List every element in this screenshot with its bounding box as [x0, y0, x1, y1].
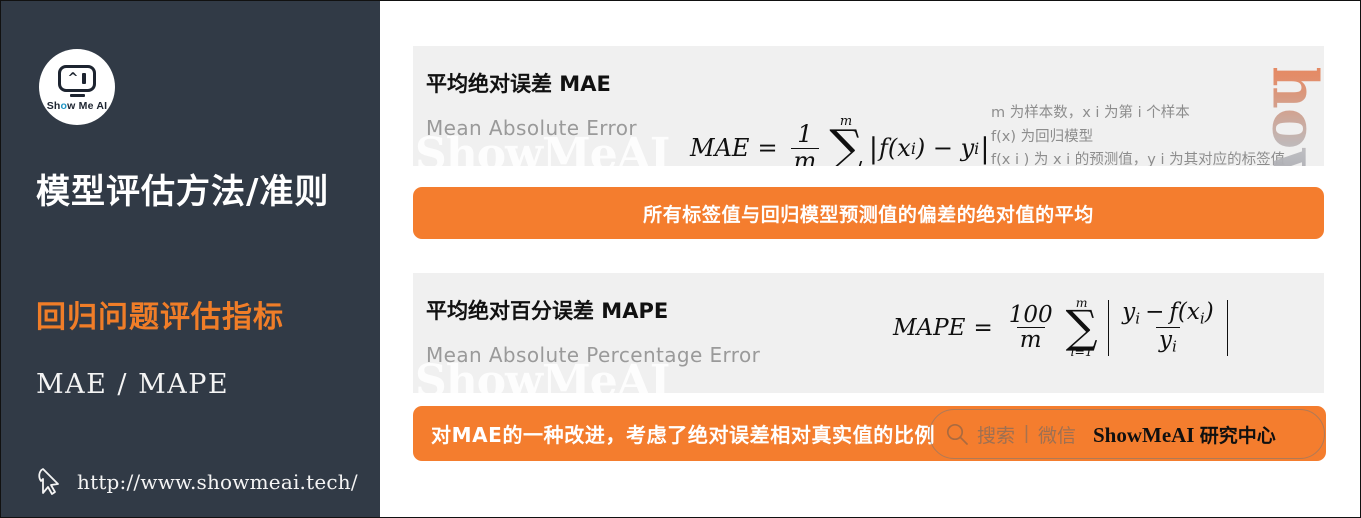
magnifier-icon [946, 423, 968, 445]
mae-frac-den: m [790, 147, 820, 166]
search-channel: 微信 [1037, 424, 1076, 447]
mape-formula-eq: = [973, 314, 993, 341]
abs-bar-right-icon: | [980, 131, 990, 165]
mae-note-line-3: f(x i ) 为 x i 的预测值，y i 为其对应的标签值 [991, 152, 1286, 166]
mape-title-cn: 平均绝对百分误差 MAPE [426, 299, 669, 323]
page-metric-label: MAE / MAPE [36, 369, 230, 400]
mae-frac-num: 1 [797, 120, 813, 149]
page-title: 模型评估方法/准则 [36, 172, 330, 212]
search-brand-cn: 研究中心 [1199, 424, 1276, 447]
showmeai-logo: ^ Show Me AI [39, 49, 115, 125]
mae-formula-eq: = [757, 134, 778, 163]
sidebar-url-row[interactable]: http://www.showmeai.tech/ [36, 466, 358, 498]
logo-bar-icon [82, 72, 87, 84]
mae-card: 平均绝对误差 MAE Mean Absolute Error ShowMeAI … [413, 46, 1324, 166]
mae-formula: MAE = 1 m m ∑ i=1 | f(xi) − yi | [690, 115, 991, 166]
cursor-arrow-icon [38, 468, 59, 495]
mae-note-line-1: m 为样本数，x i 为第 i 个样本 [991, 105, 1190, 121]
mae-summary-text: 所有标签值与回归模型预测值的偏差的绝对值的平均 [643, 203, 1094, 226]
logo-wordmark: Show Me AI [47, 100, 108, 112]
mae-summation: m ∑ i=1 [829, 115, 863, 166]
robot-screen-icon: ^ [58, 64, 96, 92]
sidebar-url-text: http://www.showmeai.tech/ [77, 470, 358, 494]
sigma-icon: ∑ [829, 120, 863, 166]
search-brand-en: ShowMeAI [1092, 422, 1195, 447]
mae-title-cn: 平均绝对误差 MAE [426, 72, 611, 96]
search-label: 搜索 [977, 424, 1016, 447]
mape-sum-lower: i=1 [1070, 344, 1093, 360]
logo-wordmark-post: w Me AI [67, 99, 108, 112]
mape-frac-num: 100 [1008, 302, 1053, 329]
mape-frac-den: m [1016, 327, 1045, 352]
mape-summary-text: 对MAE的一种改进，考虑了绝对误差相对真实值的比例 [431, 423, 936, 447]
logo-wordmark-pre: Sh [46, 99, 61, 112]
abs-bar-left-icon: | [868, 131, 879, 165]
search-separator: | [1024, 423, 1029, 444]
logo-caret: ^ [67, 70, 79, 86]
mape-formula: MAPE = 100 m m ∑ i=1 yi − f(xi) yi [893, 296, 1233, 360]
mape-formula-fraction: 100 m [1006, 303, 1056, 352]
abs-tall-bar-right-icon [1226, 299, 1229, 356]
mae-body-prefix: f(x [879, 134, 911, 163]
mape-formula-lhs: MAPE [893, 314, 966, 341]
sigma-icon-2: ∑ [1065, 300, 1098, 354]
mae-body-mid: ) − y [915, 134, 975, 163]
mape-inner-fraction: yi − f(xi) yi [1119, 300, 1216, 355]
mape-title-en: Mean Absolute Percentage Error [426, 343, 761, 367]
mape-inner-den-sub: i [1172, 337, 1177, 356]
abs-tall-bar-left-icon [1107, 299, 1110, 356]
mape-inner-num: yi − f(xi) [1119, 300, 1216, 327]
mae-title-en: Mean Absolute Error [426, 116, 637, 140]
mape-summation: m ∑ i=1 [1065, 296, 1098, 360]
mae-notes: m 为样本数，x i 为第 i 个样本 f(x) 为回归模型 f(x i ) 为… [991, 102, 1321, 166]
sidebar: ^ Show Me AI 模型评估方法/准则 回归问题评估指标 MAE / MA… [1, 1, 380, 517]
search-overlay[interactable]: 搜索 | 微信 ShowMeAI 研究中心 [929, 409, 1325, 459]
mae-note-line-2: f(x) 为回归模型 [991, 128, 1094, 145]
mae-formula-lhs: MAE [690, 134, 750, 163]
mae-summary-banner: 所有标签值与回归模型预测值的偏差的绝对值的平均 [413, 187, 1324, 239]
mape-inner-num-a-sub: i [1135, 309, 1141, 328]
page-subtitle: 回归问题评估指标 [36, 300, 284, 335]
mape-inner-den: yi [1156, 327, 1180, 355]
mape-inner-num-a: y [1122, 299, 1136, 326]
main-content: 平均绝对误差 MAE Mean Absolute Error ShowMeAI … [380, 1, 1360, 517]
slide-root: ^ Show Me AI 模型评估方法/准则 回归问题评估指标 MAE / MA… [0, 0, 1361, 518]
mape-inner-num-op: − [1145, 299, 1165, 326]
search-brand: ShowMeAI 研究中心 [1093, 421, 1276, 448]
mape-inner-num-b: f(x [1169, 299, 1200, 326]
mape-inner-den-y: y [1159, 327, 1173, 354]
logo-stand-icon [69, 93, 85, 97]
mape-inner-num-b-close: ) [1204, 299, 1214, 326]
mae-formula-fraction: 1 m [790, 120, 820, 166]
